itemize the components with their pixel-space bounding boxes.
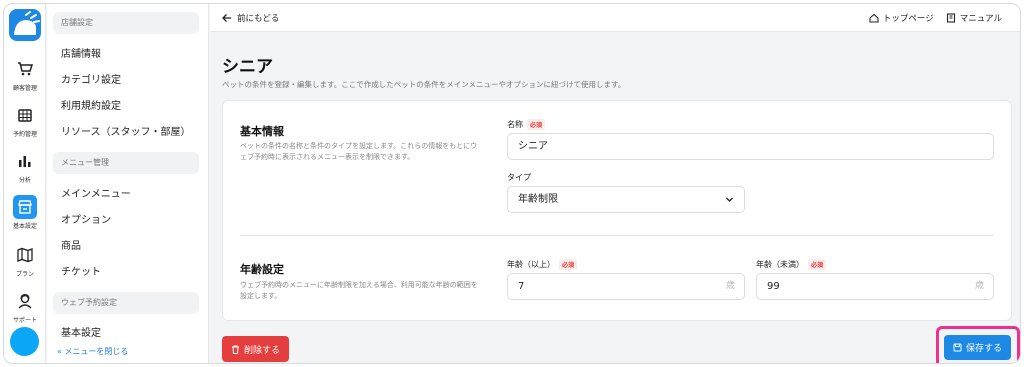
rail-label: 分析 xyxy=(18,176,31,184)
form-card: 基本情報 ペットの条件の名称と条件のタイプを設定します。これらの情報をもとにウェ… xyxy=(222,100,1012,321)
cart-icon xyxy=(13,57,37,81)
section-divider xyxy=(240,235,994,236)
chevron-down-icon xyxy=(726,197,733,202)
age-min-input[interactable]: 7 歳 xyxy=(507,273,745,300)
rail-item-support[interactable]: サポート xyxy=(4,284,46,328)
menu-item-terms[interactable]: 利用規約設定 xyxy=(61,97,121,112)
age-max-unit: 歳 xyxy=(974,281,984,291)
required-badge: 必須 xyxy=(559,259,578,270)
rail-item-customers[interactable]: 顧客管理 xyxy=(4,52,46,96)
age-max-value: 99 xyxy=(767,281,780,292)
age-min-label: 年齢（以上） 必須 xyxy=(507,259,578,270)
name-label-text: 名称 xyxy=(507,120,523,129)
back-label: 前にもどる xyxy=(237,14,280,24)
manual-link[interactable]: マニュアル xyxy=(946,12,1002,24)
rail-item-settings[interactable]: 基本設定 xyxy=(4,190,46,234)
page-title: シニア xyxy=(222,57,273,77)
name-label: 名称 必須 xyxy=(507,119,546,130)
age-min-unit: 歳 xyxy=(725,281,735,291)
name-input[interactable]: シニア xyxy=(507,133,994,160)
basic-info-description: ペットの条件の名称と条件のタイプを設定します。これらの情報をもとにウェブ予約時に… xyxy=(240,142,478,161)
rail-label: 顧客管理 xyxy=(12,84,37,92)
trash-icon xyxy=(231,345,239,354)
menu-item-products[interactable]: 商品 xyxy=(61,237,81,252)
required-badge: 必須 xyxy=(808,259,827,270)
type-label-text: タイプ xyxy=(507,173,531,182)
app-logo[interactable] xyxy=(9,9,41,41)
rail-item-reservations[interactable]: 予約管理 xyxy=(4,98,46,142)
icon-rail: 顧客管理 予約管理 分析 基本設定 プラン サポート xyxy=(4,4,46,363)
save-icon xyxy=(953,343,962,352)
menu-item-resources[interactable]: リソース（スタッフ・部屋） xyxy=(61,123,191,138)
age-settings-title: 年齢設定 xyxy=(240,263,284,276)
rail-label: 予約管理 xyxy=(12,130,37,138)
store-icon xyxy=(13,194,37,219)
map-icon xyxy=(13,243,37,267)
menu-item-options[interactable]: オプション xyxy=(61,211,111,226)
avatar[interactable] xyxy=(10,327,39,356)
menu-section-store: 店舗設定 xyxy=(53,12,199,34)
rail-label: サポート xyxy=(12,316,37,324)
menu-item-store-info[interactable]: 店舗情報 xyxy=(61,45,101,60)
manual-label: マニュアル xyxy=(959,14,1002,24)
save-highlight: 保存する xyxy=(936,326,1020,363)
required-badge: 必須 xyxy=(527,119,546,130)
bar-chart-icon xyxy=(13,149,37,173)
basic-info-title: 基本情報 xyxy=(240,125,284,138)
age-min-value: 7 xyxy=(518,281,525,292)
support-icon xyxy=(13,289,37,313)
home-icon xyxy=(869,13,879,23)
settings-menu: 店舗設定 店舗情報 カテゴリ設定 利用規約設定 リソース（スタッフ・部屋） メニ… xyxy=(47,4,209,363)
type-select-value: 年齢制限 xyxy=(518,194,558,205)
top-page-link[interactable]: トップページ xyxy=(869,12,934,24)
arrow-left-icon xyxy=(222,14,231,22)
age-settings-description: ウェブ予約時のメニューに年齢制限を加える場合、利用可能な年齢の範囲を設定します。 xyxy=(240,281,478,300)
save-button[interactable]: 保存する xyxy=(944,335,1011,360)
app-window: 顧客管理 予約管理 分析 基本設定 プラン サポート 店舗設定 店舗情報 カテゴ… xyxy=(3,3,1021,364)
rail-label: 基本設定 xyxy=(12,222,37,230)
rail-item-plan[interactable]: プラン xyxy=(4,238,46,282)
page-description: ペットの条件を登録・編集します。ここで作成したペットの条件をメインメニューやオプ… xyxy=(222,80,626,89)
menu-section-web: ウェブ予約設定 xyxy=(53,292,199,314)
age-max-input[interactable]: 99 歳 xyxy=(756,273,994,300)
menu-item-tickets[interactable]: チケット xyxy=(61,263,101,278)
menu-item-web-basic[interactable]: 基本設定 xyxy=(61,324,101,339)
age-min-label-text: 年齢（以上） xyxy=(507,260,555,269)
top-links: トップページ マニュアル xyxy=(869,12,1002,24)
menu-section-menu: メニュー管理 xyxy=(53,152,199,174)
book-icon xyxy=(946,13,955,23)
top-bar: 前にもどる トップページ マニュアル xyxy=(210,4,1020,32)
save-label: 保存する xyxy=(965,344,1002,354)
calendar-icon xyxy=(13,103,37,127)
menu-item-main-menu[interactable]: メインメニュー xyxy=(61,185,131,200)
type-select[interactable]: 年齢制限 xyxy=(507,186,745,213)
type-label: タイプ xyxy=(507,172,531,183)
age-max-label-text: 年齢（未満） xyxy=(756,260,804,269)
top-page-label: トップページ xyxy=(882,14,934,24)
back-link[interactable]: 前にもどる xyxy=(222,12,279,24)
rail-item-analytics[interactable]: 分析 xyxy=(4,144,46,188)
main-content: 前にもどる トップページ マニュアル シニア ペットの条件を登録・編集します。こ… xyxy=(210,4,1020,363)
delete-button[interactable]: 削除する xyxy=(222,336,289,362)
close-menu-link[interactable]: « メニューを閉じる xyxy=(57,346,128,357)
age-max-label: 年齢（未満） 必須 xyxy=(756,259,827,270)
menu-item-category[interactable]: カテゴリ設定 xyxy=(61,71,121,86)
rail-label: プラン xyxy=(15,270,34,278)
delete-label: 削除する xyxy=(243,345,280,356)
